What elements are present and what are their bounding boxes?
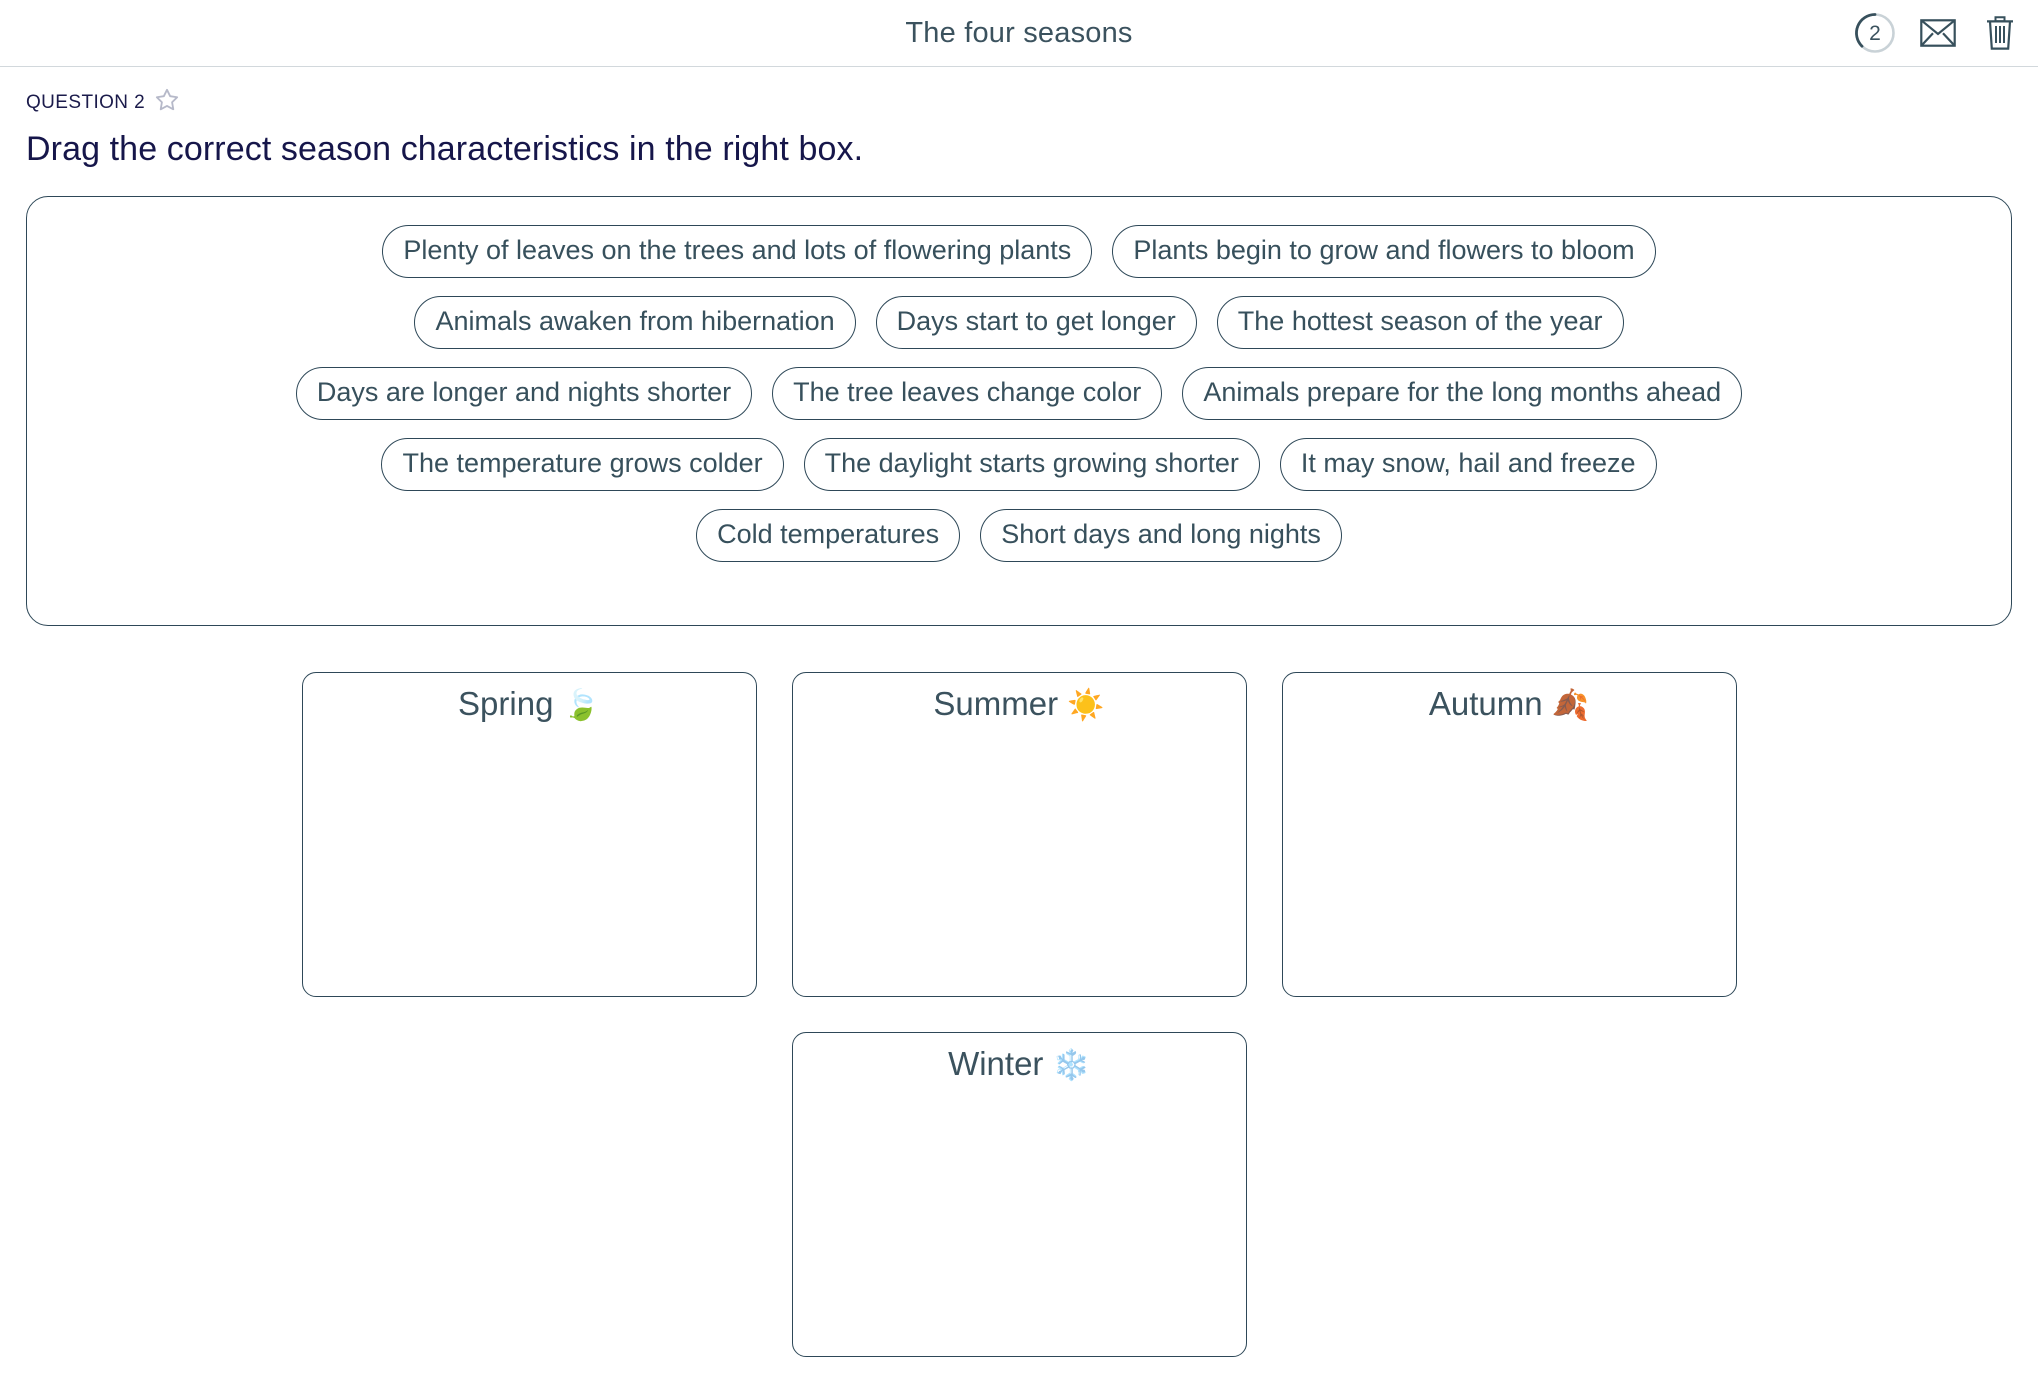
- dropzone-title: Winter ❄️: [793, 1045, 1246, 1083]
- page-title: The four seasons: [905, 16, 1133, 49]
- dropzone-spring[interactable]: Spring 🍃: [301, 672, 757, 997]
- draggable-chip[interactable]: Days are longer and nights shorter: [295, 367, 753, 421]
- draggable-chip[interactable]: Cold temperatures: [696, 509, 961, 563]
- pool-row: Plenty of leaves on the trees and lots o…: [47, 225, 1991, 279]
- draggable-chip[interactable]: Days start to get longer: [875, 296, 1197, 350]
- envelope-icon[interactable]: [1918, 13, 1958, 53]
- pool-row: Cold temperatures Short days and long ni…: [47, 509, 1991, 563]
- draggable-chip[interactable]: It may snow, hail and freeze: [1279, 438, 1657, 492]
- progress-count: 2: [1869, 21, 1881, 45]
- draggable-chip[interactable]: The tree leaves change color: [772, 367, 1163, 421]
- trash-icon[interactable]: [1980, 13, 2020, 53]
- draggable-chip[interactable]: The daylight starts growing shorter: [803, 438, 1260, 492]
- dropzone-row-bottom: Winter ❄️: [0, 1032, 2038, 1357]
- header-actions: 2: [1854, 12, 2020, 54]
- progress-ring-icon[interactable]: 2: [1854, 12, 1896, 54]
- dropzone-winter[interactable]: Winter ❄️: [791, 1032, 1247, 1357]
- sun-emoji: ☀️: [1067, 689, 1105, 722]
- dropzone-summer[interactable]: Summer ☀️: [791, 672, 1247, 997]
- dropzone-title: Summer ☀️: [793, 685, 1246, 723]
- question-meta: QUESTION 2: [0, 67, 2038, 118]
- draggable-chip[interactable]: Animals prepare for the long months ahea…: [1182, 367, 1743, 421]
- dropzone-row-top: Spring 🍃 Summer ☀️ Autumn 🍂: [0, 672, 2038, 997]
- leaf-fluttering-in-wind-emoji: 🍃: [562, 689, 600, 722]
- draggable-chip[interactable]: The hottest season of the year: [1216, 296, 1624, 350]
- pool-row: The temperature grows colder The dayligh…: [47, 438, 1991, 492]
- draggable-chip[interactable]: The temperature grows colder: [381, 438, 784, 492]
- answer-pool-panel: Plenty of leaves on the trees and lots o…: [26, 196, 2012, 626]
- draggable-chip[interactable]: Plenty of leaves on the trees and lots o…: [382, 225, 1093, 279]
- app-header: The four seasons 2: [0, 0, 2038, 67]
- dropzone-autumn[interactable]: Autumn 🍂: [1281, 672, 1737, 997]
- draggable-chip[interactable]: Plants begin to grow and flowers to bloo…: [1112, 225, 1656, 279]
- question-prompt: Drag the correct season characteristics …: [26, 130, 864, 168]
- draggable-chip[interactable]: Animals awaken from hibernation: [414, 296, 856, 350]
- pool-row: Animals awaken from hibernation Days sta…: [47, 296, 1991, 350]
- dropzone-label: Winter: [948, 1045, 1044, 1082]
- question-label: QUESTION 2: [26, 91, 146, 113]
- fallen-leaf-emoji: 🍂: [1551, 689, 1590, 722]
- snowflake-emoji: ❄️: [1052, 1049, 1090, 1082]
- pool-row: Days are longer and nights shorter The t…: [47, 367, 1991, 421]
- dropzone-label: Autumn: [1428, 685, 1543, 722]
- dropzone-title: Spring 🍃: [303, 685, 756, 723]
- star-outline-icon[interactable]: [154, 87, 180, 118]
- dropzone-label: Spring: [458, 685, 554, 722]
- dropzone-label: Summer: [933, 685, 1059, 722]
- draggable-chip[interactable]: Short days and long nights: [980, 509, 1342, 563]
- dropzone-title: Autumn 🍂: [1283, 685, 1736, 723]
